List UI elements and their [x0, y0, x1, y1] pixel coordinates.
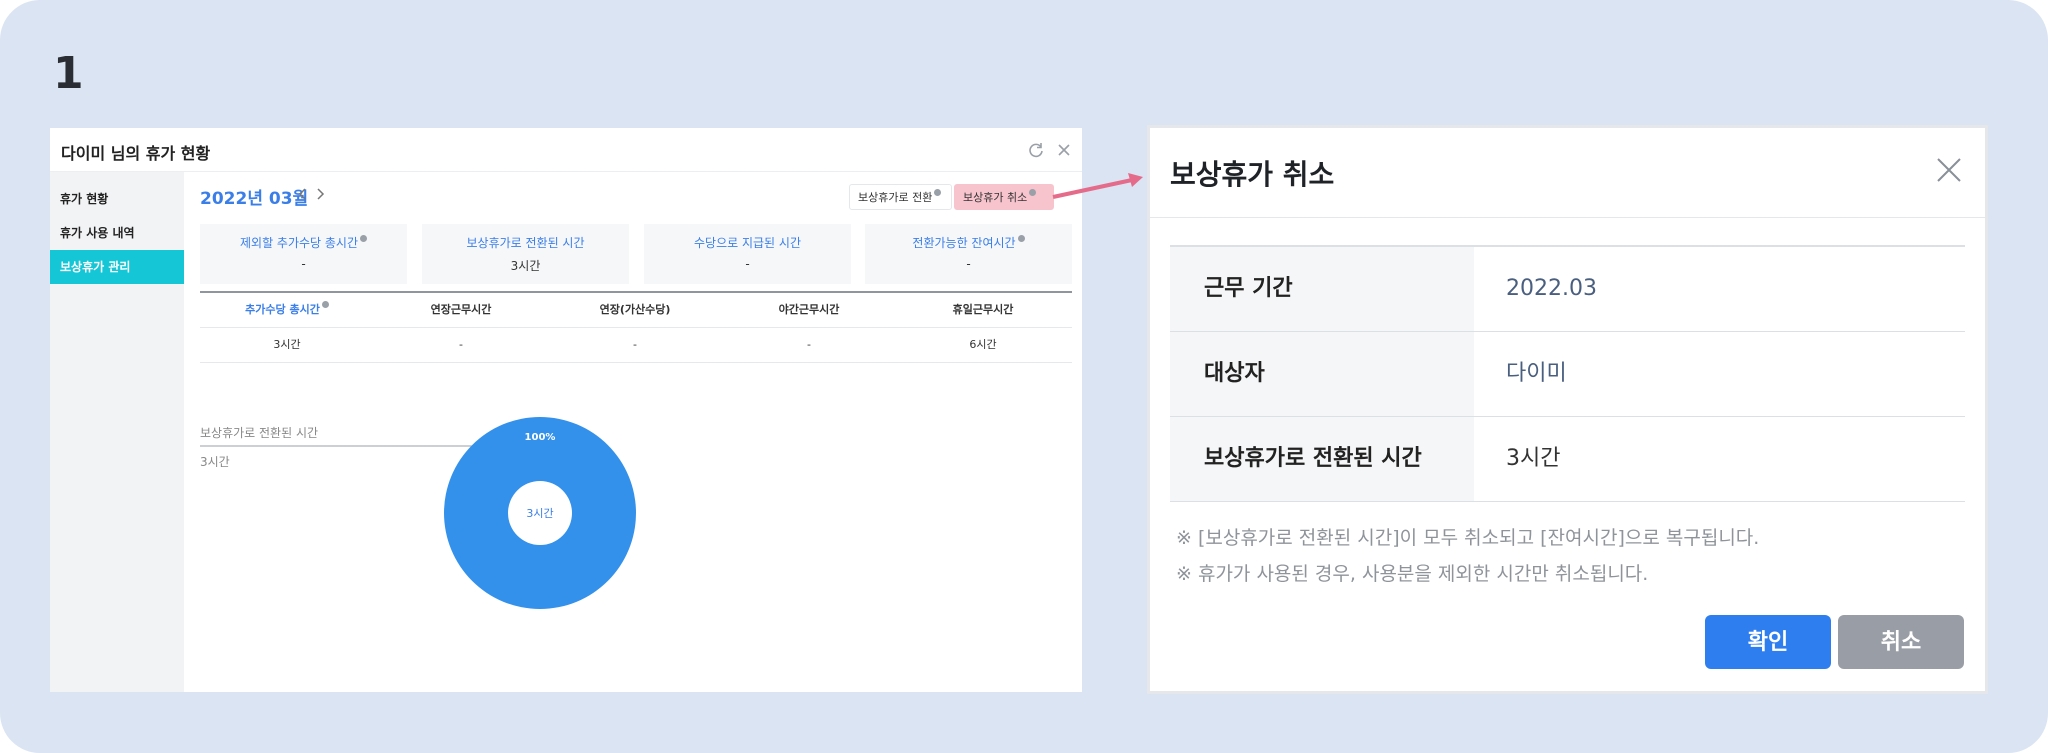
modal-title: 보상휴가 취소 [1170, 158, 1335, 191]
cancel-button[interactable]: 취소 [1838, 615, 1964, 669]
row-value-work-period: 2022.03 [1506, 276, 1597, 301]
canvas-background: 1 다이미 님의 휴가 현황 휴가 현황 휴가 사용 내역 보상휴가 관리 20… [0, 0, 2048, 753]
close-icon[interactable] [1934, 155, 1964, 185]
modal-note: ※ [보상휴가로 전환된 시간]이 모두 취소되고 [잔여시간]으로 복구됩니다… [1176, 527, 1760, 549]
row-value-converted-time: 3시간 [1506, 446, 1561, 471]
confirm-button[interactable]: 확인 [1705, 615, 1831, 669]
table-row: 대상자 다이미 [1170, 332, 1965, 417]
table-row: 보상휴가로 전환된 시간 3시간 [1170, 417, 1965, 502]
row-key-target: 대상자 [1170, 332, 1474, 416]
modal-info-table: 근무 기간 2022.03 대상자 다이미 보상휴가로 전환된 시간 3시간 [1170, 245, 1965, 502]
row-value-target: 다이미 [1506, 361, 1567, 386]
pointer-arrow-icon [1052, 173, 1143, 199]
donut-center-label: 3시간 [526, 507, 553, 520]
vacation-status-window: 다이미 님의 휴가 현황 휴가 현황 휴가 사용 내역 보상휴가 관리 2022… [50, 128, 1082, 692]
row-key-work-period: 근무 기간 [1170, 247, 1474, 331]
slice-percent-label: 100% [525, 432, 556, 443]
row-key-converted-time: 보상휴가로 전환된 시간 [1170, 417, 1474, 501]
donut-chart: 3시간 100% [200, 417, 636, 609]
modal-divider [1150, 217, 1985, 218]
table-row: 근무 기간 2022.03 [1170, 247, 1965, 332]
modal-note: ※ 휴가가 사용된 경우, 사용분을 제외한 시간만 취소됩니다. [1176, 563, 1649, 585]
cancel-compensation-modal: 보상휴가 취소 근무 기간 2022.03 대상자 다이미 보상휴가로 전환된 … [1147, 125, 1988, 694]
step-number: 1 [53, 48, 84, 99]
